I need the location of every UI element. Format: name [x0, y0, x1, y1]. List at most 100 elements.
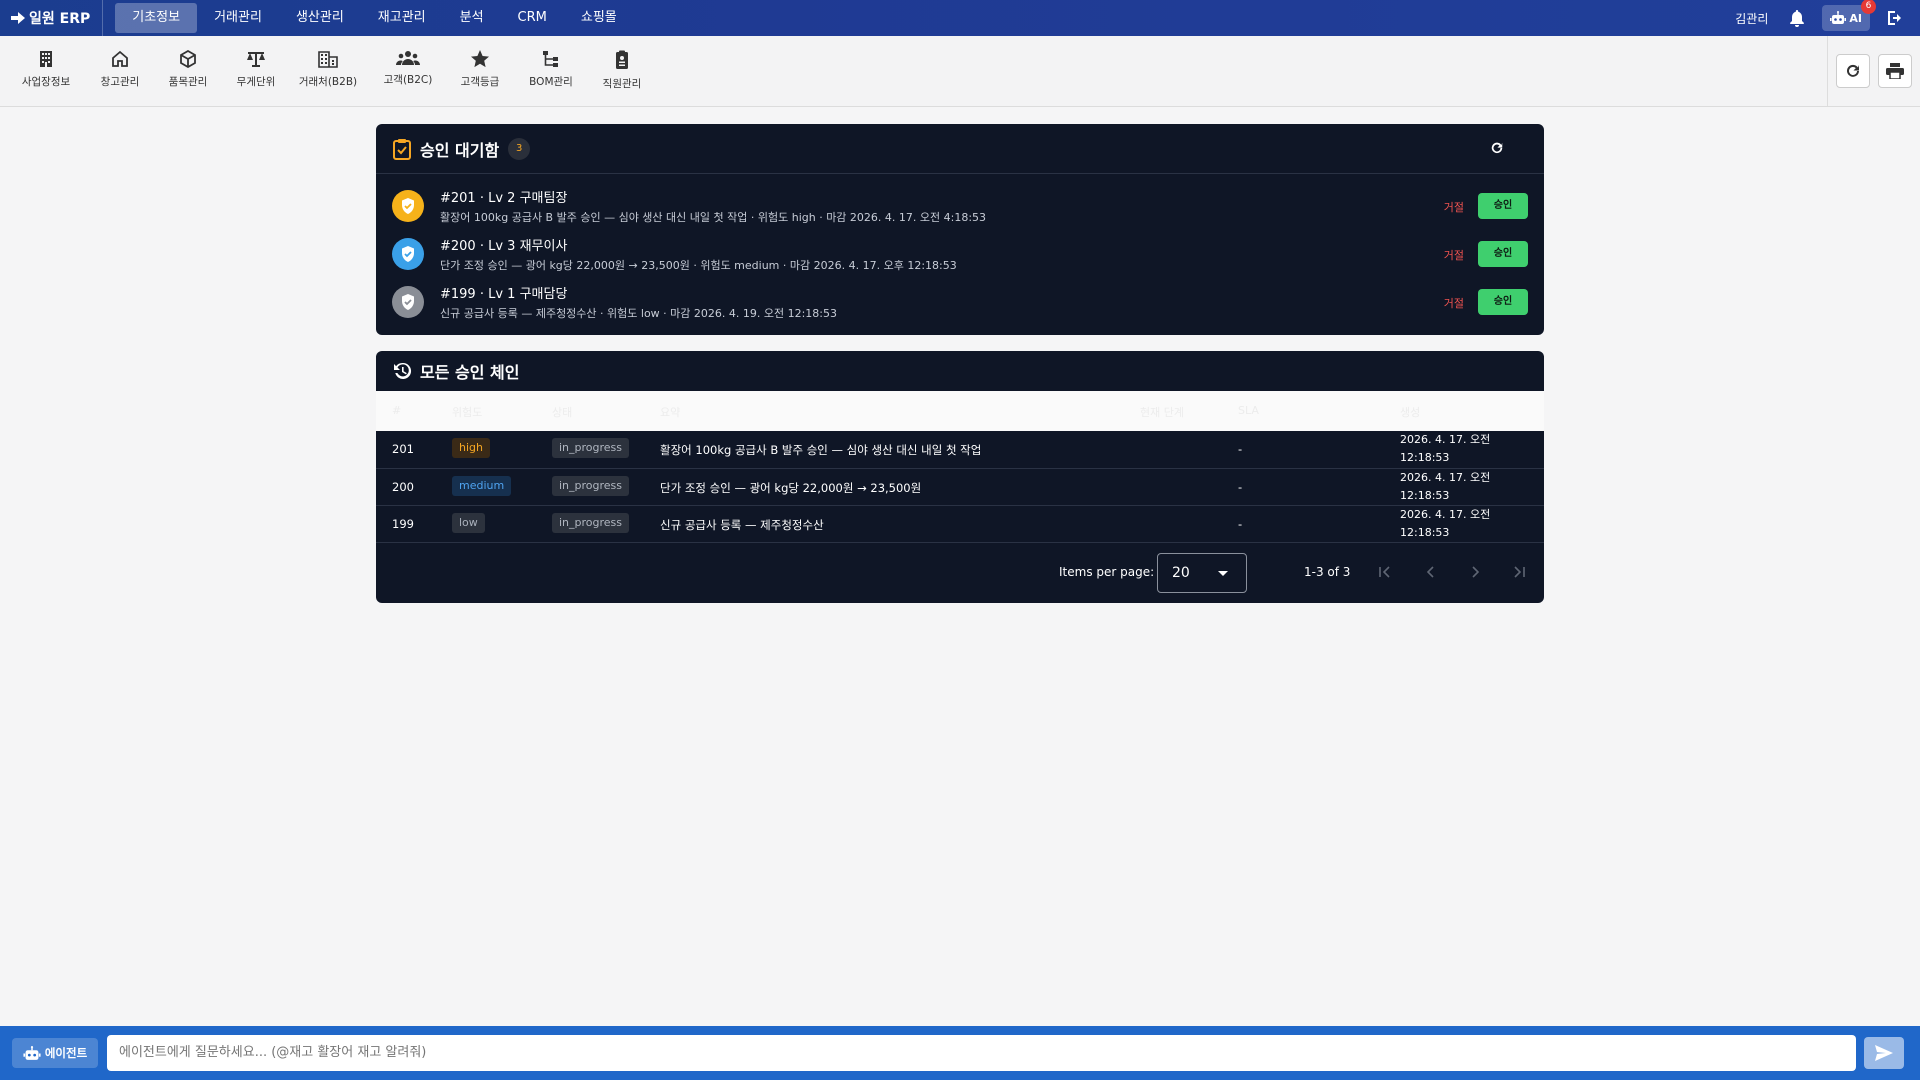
nav-item-inventory[interactable]: 재고관리: [361, 3, 443, 33]
history-icon: [394, 362, 412, 379]
cell-created: 2026. 4. 17. 오전 12:18:53: [1400, 469, 1500, 505]
tool-label: 고객등급: [460, 76, 500, 88]
approve-button[interactable]: 승인: [1478, 193, 1528, 219]
status-badge: in_progress: [552, 438, 630, 458]
tree-icon: [543, 51, 558, 67]
column-header-summary[interactable]: 요약: [660, 404, 680, 420]
created-time: 12:18:53: [1400, 526, 1450, 539]
arrow-right-icon: [11, 12, 25, 24]
items-per-page-label: Items per page:: [1059, 565, 1155, 579]
tool-weight-units[interactable]: 무게단위: [228, 36, 284, 107]
pending-item[interactable]: #199 · Lv 1 구매담당 신규 공급사 등록 — 제주청정수산 · 위험…: [376, 278, 1544, 326]
approve-button[interactable]: 승인: [1478, 289, 1528, 315]
nav-item-basic-info[interactable]: 기초정보: [115, 3, 198, 33]
badge-icon: [616, 50, 628, 69]
send-button[interactable]: [1864, 1037, 1904, 1069]
pending-approvals-header: 승인 대기함 3: [376, 124, 1544, 174]
pending-item-title: #199 · Lv 1 구매담당: [440, 287, 568, 302]
refresh-icon[interactable]: [1490, 141, 1504, 155]
column-header-created[interactable]: 생성: [1400, 404, 1420, 420]
tool-bom[interactable]: BOM관리: [516, 36, 586, 107]
tool-employees[interactable]: 직원관리: [586, 36, 658, 107]
nav-item-shop[interactable]: 쇼핑몰: [564, 3, 634, 33]
agent-query-input[interactable]: [107, 1035, 1856, 1071]
logout-icon[interactable]: [1884, 7, 1906, 29]
created-date: 2026. 4. 17. 오전: [1400, 471, 1491, 484]
warehouse-icon: [112, 50, 128, 67]
column-header-sla[interactable]: SLA: [1238, 404, 1259, 417]
column-header-id[interactable]: #: [392, 404, 401, 417]
ai-button[interactable]: AI 6: [1822, 0, 1876, 31]
approval-chains-header: 모든 승인 체인: [376, 351, 1544, 391]
printer-icon: [1886, 63, 1904, 79]
robot-icon: [1830, 11, 1847, 24]
user-name[interactable]: 김관리: [1735, 10, 1768, 27]
nav-item-analysis[interactable]: 분석: [443, 3, 501, 33]
tool-b2c-customers[interactable]: 고객(B2C): [372, 36, 444, 107]
pending-item-title: #201 · Lv 2 구매팀장: [440, 191, 568, 206]
previous-page-icon[interactable]: [1424, 565, 1438, 579]
pending-item[interactable]: #200 · Lv 3 재무이사 단가 조정 승인 — 광어 kg당 22,00…: [376, 230, 1544, 278]
risk-badge: medium: [452, 476, 512, 496]
star-icon: [471, 50, 489, 68]
status-badge: in_progress: [552, 513, 630, 533]
table-row[interactable]: 199 low in_progress 신규 공급사 등록 — 제주청정수산 -…: [376, 505, 1544, 542]
print-button[interactable]: [1878, 54, 1912, 88]
tool-items[interactable]: 품목관리: [148, 36, 228, 107]
first-page-icon[interactable]: [1378, 565, 1392, 579]
nav-item-transactions[interactable]: 거래관리: [197, 3, 279, 33]
refresh-button[interactable]: [1836, 54, 1870, 88]
tool-customer-grade[interactable]: 고객등급: [444, 36, 516, 107]
tool-label: 무게단위: [236, 76, 276, 88]
nav-item-crm[interactable]: CRM: [501, 3, 564, 33]
risk-badge: high: [452, 438, 490, 458]
created-date: 2026. 4. 17. 오전: [1400, 433, 1491, 446]
cell-summary: 활장어 100kg 공급사 B 발주 승인 — 심야 생산 대신 내일 첫 작업: [660, 443, 982, 457]
tool-label: 직원관리: [602, 78, 642, 90]
cell-sla: -: [1238, 442, 1243, 456]
approve-button[interactable]: 승인: [1478, 241, 1528, 267]
building-icon: [40, 51, 52, 67]
table-row[interactable]: 200 medium in_progress 단가 조정 승인 — 광어 kg당…: [376, 468, 1544, 505]
module-toolbar: 사업장정보 창고관리 품목관리 무게단위 거래처(B2B) 고객(B2C) 고객…: [0, 36, 1920, 107]
reject-button[interactable]: 거절: [1444, 247, 1464, 263]
pending-item-description: 신규 공급사 등록 — 제주청정수산 · 위험도 low · 마감 2026. …: [440, 307, 838, 320]
cell-id: 199: [392, 517, 414, 531]
tool-warehouse[interactable]: 창고관리: [92, 36, 148, 107]
cube-icon: [180, 50, 196, 68]
bell-icon[interactable]: [1786, 7, 1808, 29]
send-icon: [1875, 1045, 1893, 1061]
table-row[interactable]: 201 high in_progress 활장어 100kg 공급사 B 발주 …: [376, 431, 1544, 468]
brand-logo[interactable]: 일원 ERP: [0, 0, 104, 36]
pending-item-description: 단가 조정 승인 — 광어 kg당 22,000원 → 23,500원 · 위험…: [440, 259, 957, 272]
tool-label: 고객(B2C): [383, 74, 433, 86]
agent-button[interactable]: 에이전트: [12, 1038, 98, 1068]
cell-sla: -: [1238, 480, 1243, 494]
column-header-status[interactable]: 상태: [552, 404, 572, 420]
clipboard-check-icon: [393, 138, 411, 160]
items-per-page-select[interactable]: 20: [1157, 553, 1247, 593]
last-page-icon[interactable]: [1512, 565, 1526, 579]
office-icon: [318, 51, 338, 68]
cell-summary: 신규 공급사 등록 — 제주청정수산: [660, 518, 824, 532]
tool-b2b-partners[interactable]: 거래처(B2B): [284, 36, 372, 107]
status-badge: in_progress: [552, 476, 630, 496]
tool-business-info[interactable]: 사업장정보: [0, 36, 92, 107]
table-header: # 위험도 상태 요약 현재 단계 SLA 생성: [376, 391, 1544, 431]
pending-item[interactable]: #201 · Lv 2 구매팀장 활장어 100kg 공급사 B 발주 승인 —…: [376, 182, 1544, 230]
pending-approvals-card: 승인 대기함 3 #201 · Lv 2 구매팀장 활장어 100kg 공급사 …: [376, 124, 1544, 335]
next-page-icon[interactable]: [1468, 565, 1482, 579]
shield-check-icon: [392, 238, 424, 270]
cell-sla: -: [1238, 517, 1243, 531]
people-icon: [396, 51, 420, 65]
approval-chains-title: 모든 승인 체인: [420, 363, 520, 382]
cell-created: 2026. 4. 17. 오전 12:18:53: [1400, 506, 1500, 542]
cell-id: 200: [392, 480, 414, 494]
column-header-risk[interactable]: 위험도: [452, 404, 482, 420]
nav-item-production[interactable]: 생산관리: [279, 3, 361, 33]
pending-item-description: 활장어 100kg 공급사 B 발주 승인 — 심야 생산 대신 내일 첫 작업…: [440, 211, 987, 224]
reject-button[interactable]: 거절: [1444, 295, 1464, 311]
reject-button[interactable]: 거절: [1444, 199, 1464, 215]
column-header-current-stage[interactable]: 현재 단계: [1140, 404, 1184, 420]
created-time: 12:18:53: [1400, 489, 1450, 502]
